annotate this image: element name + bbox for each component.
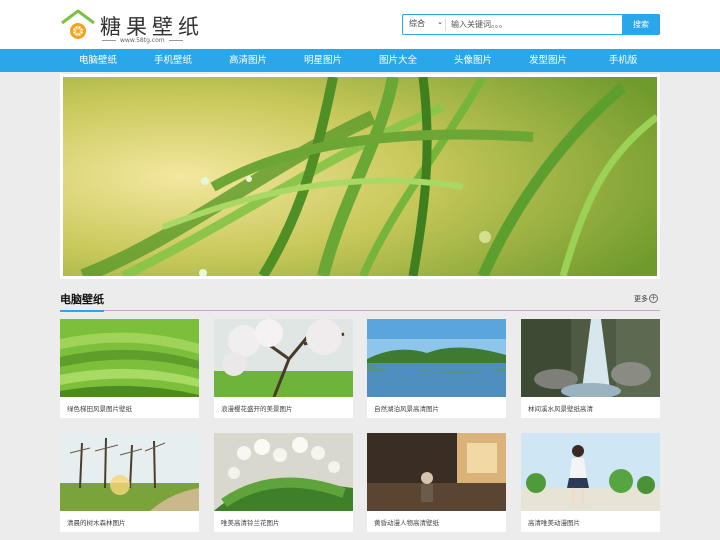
card-caption: 林间溪水风景壁纸高清 (528, 405, 593, 413)
section-title-underline (60, 310, 104, 312)
card-caption: 唯美高清铃兰花图片 (221, 519, 280, 527)
wallpaper-card[interactable]: 自然湖泊风景高清图片 (367, 319, 506, 418)
search-divider (445, 18, 446, 31)
wallpaper-thumbnail (521, 433, 660, 511)
wallpaper-card[interactable]: 高清唯美动漫图片 (521, 433, 660, 532)
wallpaper-thumbnail (214, 433, 353, 511)
section-title: 电脑壁纸 (60, 293, 104, 306)
nav-item-mobile[interactable]: 手机版 (609, 49, 638, 72)
wallpaper-thumbnail (367, 319, 506, 397)
card-caption: 黄昏动漫人物高清壁纸 (374, 519, 439, 527)
wallpaper-card[interactable]: 黄昏动漫人物高清壁纸 (367, 433, 506, 532)
nav-item-avatars[interactable]: 头像图片 (454, 49, 492, 72)
nav-item-hairstyles[interactable]: 发型图片 (529, 49, 567, 72)
search-button[interactable]: 搜索 (622, 14, 660, 35)
wallpaper-card[interactable]: 唯美高清铃兰花图片 (214, 433, 353, 532)
nav-item-pc-wallpaper[interactable]: 电脑壁纸 (79, 49, 117, 72)
site-logo[interactable]: 糖果壁纸 www.58tg.com (60, 9, 199, 45)
card-caption: 浪漫樱花盛开的美景图片 (221, 405, 293, 413)
main-nav: 电脑壁纸 手机壁纸 高清图片 明星图片 图片大全 头像图片 发型图片 手机版 (0, 49, 720, 72)
card-caption: 绿色梯田风景图片壁纸 (67, 405, 132, 413)
nav-item-hd-images[interactable]: 高清图片 (229, 49, 267, 72)
banner[interactable] (60, 74, 660, 279)
wallpaper-thumbnail (214, 319, 353, 397)
wallpaper-card[interactable]: 清晨的树木森林图片 (60, 433, 199, 532)
header: 糖果壁纸 www.58tg.com 综合 ⌄ 搜索 (0, 0, 720, 49)
wallpaper-card[interactable]: 林间溪水风景壁纸高清 (521, 319, 660, 418)
house-logo-icon (61, 9, 95, 39)
nav-item-celebrity[interactable]: 明星图片 (304, 49, 342, 72)
wallpaper-thumbnail (60, 319, 199, 397)
search-category-select[interactable]: 综合 ⌄ (409, 18, 443, 31)
card-caption: 自然湖泊风景高清图片 (374, 405, 439, 413)
wallpaper-card[interactable]: 绿色梯田风景图片壁纸 (60, 319, 199, 418)
chevron-down-icon: ⌄ (437, 18, 443, 26)
card-caption: 高清唯美动漫图片 (528, 519, 580, 527)
more-link[interactable]: 更多 (634, 294, 648, 304)
card-caption: 清晨的树木森林图片 (67, 519, 126, 527)
plus-circle-icon[interactable]: + (649, 294, 658, 303)
logo-url: www.58tg.com (102, 37, 183, 44)
search-input[interactable] (451, 17, 621, 32)
nav-item-phone-wallpaper[interactable]: 手机壁纸 (154, 49, 192, 72)
search-category-label: 综合 (409, 19, 425, 28)
section-divider (104, 310, 660, 311)
wallpaper-card[interactable]: 浪漫樱花盛开的美景图片 (214, 319, 353, 418)
wallpaper-thumbnail (367, 433, 506, 511)
banner-image (63, 77, 657, 276)
search-box: 综合 ⌄ 搜索 (402, 14, 660, 35)
wallpaper-thumbnail (521, 319, 660, 397)
nav-item-image-collection[interactable]: 图片大全 (379, 49, 417, 72)
wallpaper-thumbnail (60, 433, 199, 511)
